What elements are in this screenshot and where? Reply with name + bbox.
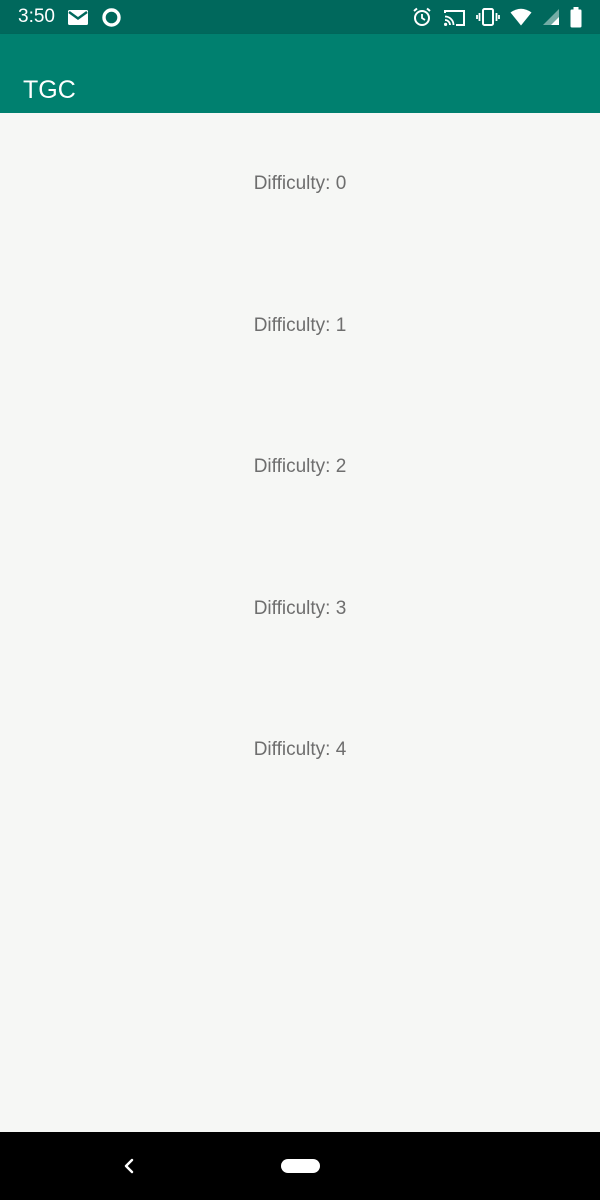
status-bar: 3:50 (0, 0, 600, 34)
cast-icon (443, 8, 466, 27)
difficulty-list: Difficulty: 0 Difficulty: 1 Difficulty: … (0, 113, 600, 821)
app-bar: TGC (0, 34, 600, 113)
back-chevron-icon (122, 1157, 136, 1175)
status-left-group: 3:50 (18, 0, 122, 34)
difficulty-option-4[interactable]: Difficulty: 4 (0, 679, 600, 821)
difficulty-option-0[interactable]: Difficulty: 0 (0, 113, 600, 255)
difficulty-label: Difficulty: 3 (253, 597, 347, 619)
difficulty-option-2[interactable]: Difficulty: 2 (0, 396, 600, 538)
difficulty-label: Difficulty: 1 (253, 314, 347, 336)
battery-icon (570, 6, 582, 28)
difficulty-label: Difficulty: 4 (253, 739, 347, 760)
difficulty-label: Difficulty: 2 (253, 456, 347, 477)
back-button[interactable] (115, 1152, 143, 1180)
gmail-icon (67, 9, 89, 26)
main-content: Difficulty: 0 Difficulty: 1 Difficulty: … (0, 113, 600, 1132)
home-pill-button[interactable] (281, 1159, 320, 1173)
status-right-group (411, 0, 582, 34)
alarm-icon (411, 6, 433, 28)
circle-notification-icon (101, 7, 122, 28)
difficulty-label: Difficulty: 0 (253, 173, 347, 194)
navigation-bar (0, 1132, 600, 1200)
difficulty-option-1[interactable]: Difficulty: 1 (0, 255, 600, 397)
wifi-icon (510, 8, 532, 26)
status-time: 3:50 (18, 6, 55, 27)
difficulty-option-3[interactable]: Difficulty: 3 (0, 538, 600, 680)
cell-signal-icon (542, 8, 560, 26)
vibrate-icon (476, 7, 500, 27)
